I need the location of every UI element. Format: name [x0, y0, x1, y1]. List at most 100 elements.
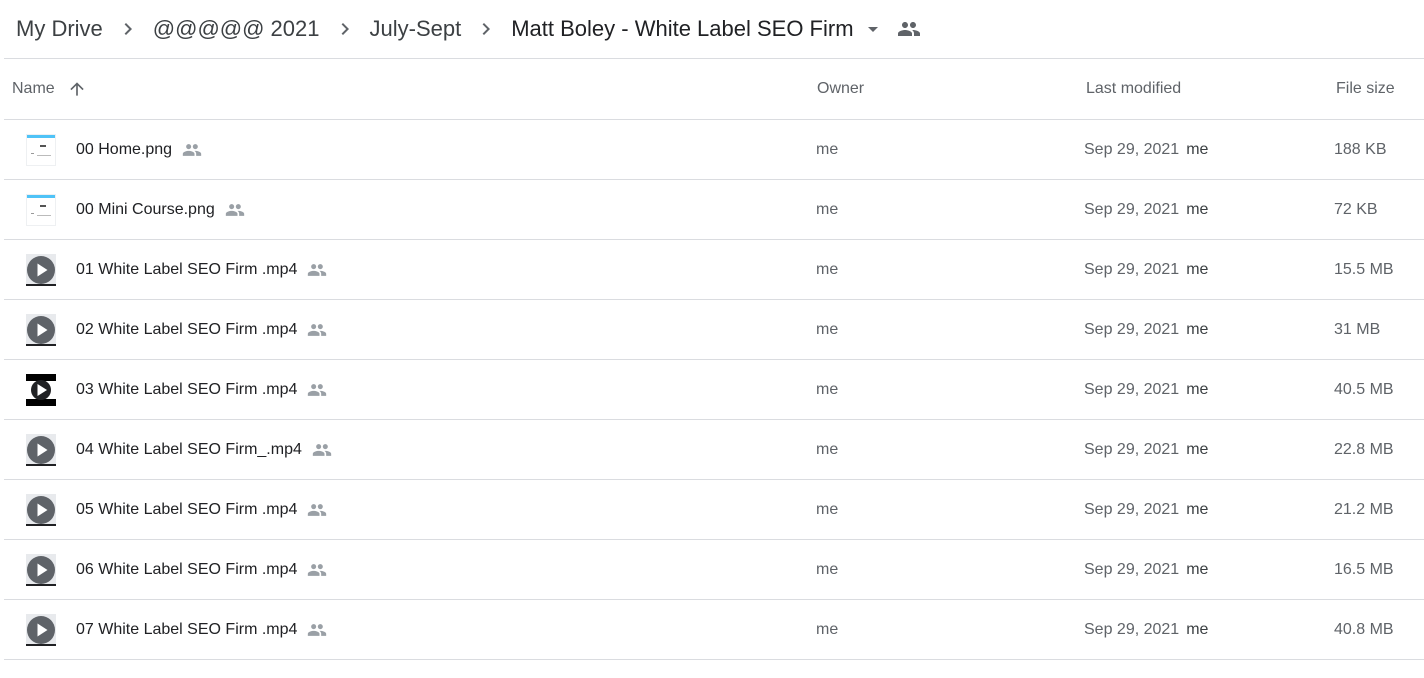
file-row[interactable]: 03 White Label SEO Firm .mp4 me Sep 29, … [4, 360, 1424, 420]
file-owner: me [816, 500, 839, 518]
file-modified-cell: Sep 29, 2021 me [1084, 240, 1208, 299]
people-icon [312, 440, 332, 460]
owner-column-header[interactable]: Owner [817, 59, 864, 119]
play-circle-icon [26, 614, 56, 646]
file-thumbnail [26, 134, 56, 166]
file-row[interactable]: 00 Mini Course.png me Sep 29, 2021 me 72… [4, 180, 1424, 240]
file-row[interactable]: 07 White Label SEO Firm .mp4 me Sep 29, … [4, 600, 1424, 660]
file-modified-date: Sep 29, 2021 [1084, 140, 1180, 158]
file-name: 02 White Label SEO Firm .mp4 [76, 320, 298, 338]
file-modified-cell: Sep 29, 2021 me [1084, 180, 1208, 239]
file-row[interactable]: 01 White Label SEO Firm .mp4 me Sep 29, … [4, 240, 1424, 300]
file-modified-date: Sep 29, 2021 [1084, 200, 1180, 218]
file-rows: 00 Home.png me Sep 29, 2021 me 188 KB 00… [4, 120, 1424, 660]
file-size: 15.5 MB [1334, 260, 1394, 278]
file-name: 00 Home.png [76, 140, 173, 158]
file-size: 188 KB [1334, 140, 1387, 158]
chevron-right-icon [103, 15, 153, 43]
file-thumbnail [26, 494, 56, 526]
name-column-label: Name [12, 80, 55, 97]
file-name: 01 White Label SEO Firm .mp4 [76, 260, 298, 278]
file-list-header: Name Owner Last modified File size [4, 59, 1424, 120]
people-icon [225, 200, 245, 220]
file-size: 22.8 MB [1334, 440, 1394, 458]
play-circle-icon [26, 314, 56, 346]
people-icon [182, 140, 202, 160]
breadcrumb-year-folder[interactable]: @@@@@ 2021 [153, 15, 320, 43]
file-thumbnail [26, 434, 56, 466]
file-row[interactable]: 02 White Label SEO Firm .mp4 me Sep 29, … [4, 300, 1424, 360]
file-row[interactable]: 06 White Label SEO Firm .mp4 me Sep 29, … [4, 540, 1424, 600]
people-icon [307, 260, 327, 280]
file-thumbnail [26, 254, 56, 286]
file-modified-date: Sep 29, 2021 [1084, 440, 1180, 458]
play-circle-icon [26, 374, 56, 406]
file-owner: me [816, 380, 839, 398]
file-name-cell: 07 White Label SEO Firm .mp4 [76, 600, 327, 659]
file-name: 00 Mini Course.png [76, 200, 215, 218]
file-modified-by: me [1186, 260, 1209, 278]
file-thumbnail [26, 374, 56, 406]
chevron-right-icon [461, 15, 511, 43]
play-circle-icon [26, 254, 56, 286]
breadcrumb-my-drive[interactable]: My Drive [16, 15, 103, 43]
file-size: 40.8 MB [1334, 620, 1394, 638]
file-modified-cell: Sep 29, 2021 me [1084, 600, 1208, 659]
file-owner: me [816, 260, 839, 278]
arrow-upward-icon[interactable] [67, 79, 87, 99]
file-size-column-header[interactable]: File size [1336, 59, 1395, 119]
file-name: 05 White Label SEO Firm .mp4 [76, 500, 298, 518]
file-name-cell: 00 Mini Course.png [76, 180, 245, 239]
name-column-header[interactable]: Name [12, 59, 87, 119]
file-modified-cell: Sep 29, 2021 me [1084, 540, 1208, 599]
image-thumbnail [26, 134, 56, 166]
file-modified-date: Sep 29, 2021 [1084, 380, 1180, 398]
file-owner: me [816, 320, 839, 338]
breadcrumb-current-folder[interactable]: Matt Boley - White Label SEO Firm [511, 15, 853, 43]
file-modified-by: me [1186, 380, 1209, 398]
file-modified-by: me [1186, 620, 1209, 638]
file-owner: me [816, 140, 839, 158]
file-name: 06 White Label SEO Firm .mp4 [76, 560, 298, 578]
file-name: 03 White Label SEO Firm .mp4 [76, 380, 298, 398]
arrow-drop-down-icon[interactable] [854, 15, 892, 43]
file-row[interactable]: 00 Home.png me Sep 29, 2021 me 188 KB [4, 120, 1424, 180]
breadcrumb: My Drive @@@@@ 2021 July-Sept Matt Boley… [0, 0, 1424, 58]
file-owner: me [816, 200, 839, 218]
file-size: 40.5 MB [1334, 380, 1394, 398]
file-name-cell: 00 Home.png [76, 120, 202, 179]
file-modified-date: Sep 29, 2021 [1084, 620, 1180, 638]
file-modified-by: me [1186, 560, 1209, 578]
last-modified-column-header[interactable]: Last modified [1086, 59, 1181, 119]
image-thumbnail [26, 194, 56, 226]
file-modified-by: me [1186, 140, 1209, 158]
file-modified-by: me [1186, 200, 1209, 218]
file-thumbnail [26, 614, 56, 646]
people-icon [307, 620, 327, 640]
file-thumbnail [26, 194, 56, 226]
file-thumbnail [26, 554, 56, 586]
file-name-cell: 03 White Label SEO Firm .mp4 [76, 360, 327, 419]
file-name-cell: 01 White Label SEO Firm .mp4 [76, 240, 327, 299]
file-modified-cell: Sep 29, 2021 me [1084, 420, 1208, 479]
file-thumbnail [26, 314, 56, 346]
file-size: 16.5 MB [1334, 560, 1394, 578]
people-icon[interactable] [894, 15, 924, 43]
file-modified-date: Sep 29, 2021 [1084, 260, 1180, 278]
file-owner: me [816, 560, 839, 578]
file-name: 07 White Label SEO Firm .mp4 [76, 620, 298, 638]
file-name-cell: 05 White Label SEO Firm .mp4 [76, 480, 327, 539]
file-row[interactable]: 04 White Label SEO Firm_.mp4 me Sep 29, … [4, 420, 1424, 480]
file-modified-cell: Sep 29, 2021 me [1084, 360, 1208, 419]
play-circle-icon [26, 554, 56, 586]
file-size: 72 KB [1334, 200, 1378, 218]
file-list: Name Owner Last modified File size 00 Ho… [4, 59, 1424, 660]
people-icon [307, 560, 327, 580]
play-circle-icon [26, 494, 56, 526]
file-modified-by: me [1186, 500, 1209, 518]
people-icon [307, 380, 327, 400]
file-modified-date: Sep 29, 2021 [1084, 560, 1180, 578]
chevron-right-icon [320, 15, 370, 43]
file-row[interactable]: 05 White Label SEO Firm .mp4 me Sep 29, … [4, 480, 1424, 540]
breadcrumb-quarter-folder[interactable]: July-Sept [370, 15, 462, 43]
